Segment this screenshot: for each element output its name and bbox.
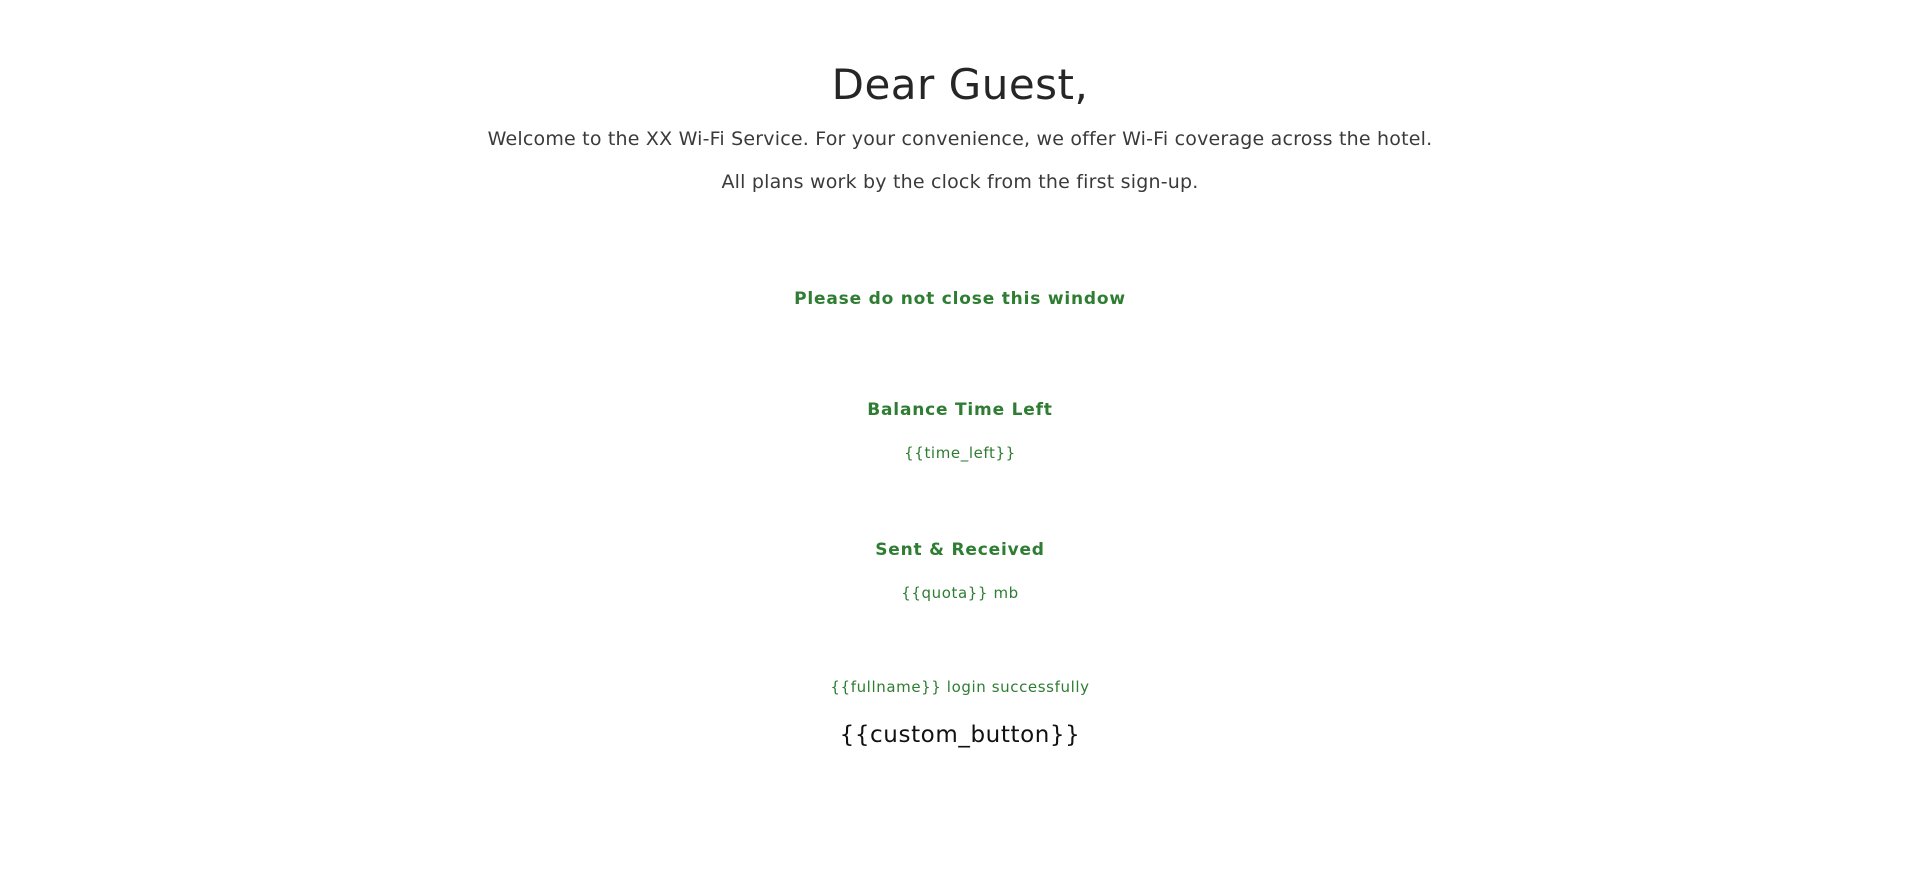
custom-button-container: {{custom_button}}	[0, 720, 1920, 750]
sent-received-value: {{quota}} mb	[901, 584, 1019, 602]
welcome-text: Welcome to the XX Wi-Fi Service. For you…	[487, 128, 1433, 150]
balance-time-label: Balance Time Left	[867, 400, 1053, 420]
do-not-close-notice: Please do not close this window	[794, 289, 1126, 309]
page-title: Dear Guest,	[831, 60, 1089, 109]
portal-page: Dear Guest, Welcome to the XX Wi-Fi Serv…	[0, 0, 1920, 872]
custom-button[interactable]: {{custom_button}}	[840, 720, 1081, 750]
login-status-message: {{fullname}} login successfully	[830, 678, 1090, 696]
sent-received-label: Sent & Received	[875, 540, 1045, 560]
plan-info-text: All plans work by the clock from the fir…	[721, 171, 1199, 193]
balance-time-value: {{time_left}}	[904, 444, 1016, 462]
